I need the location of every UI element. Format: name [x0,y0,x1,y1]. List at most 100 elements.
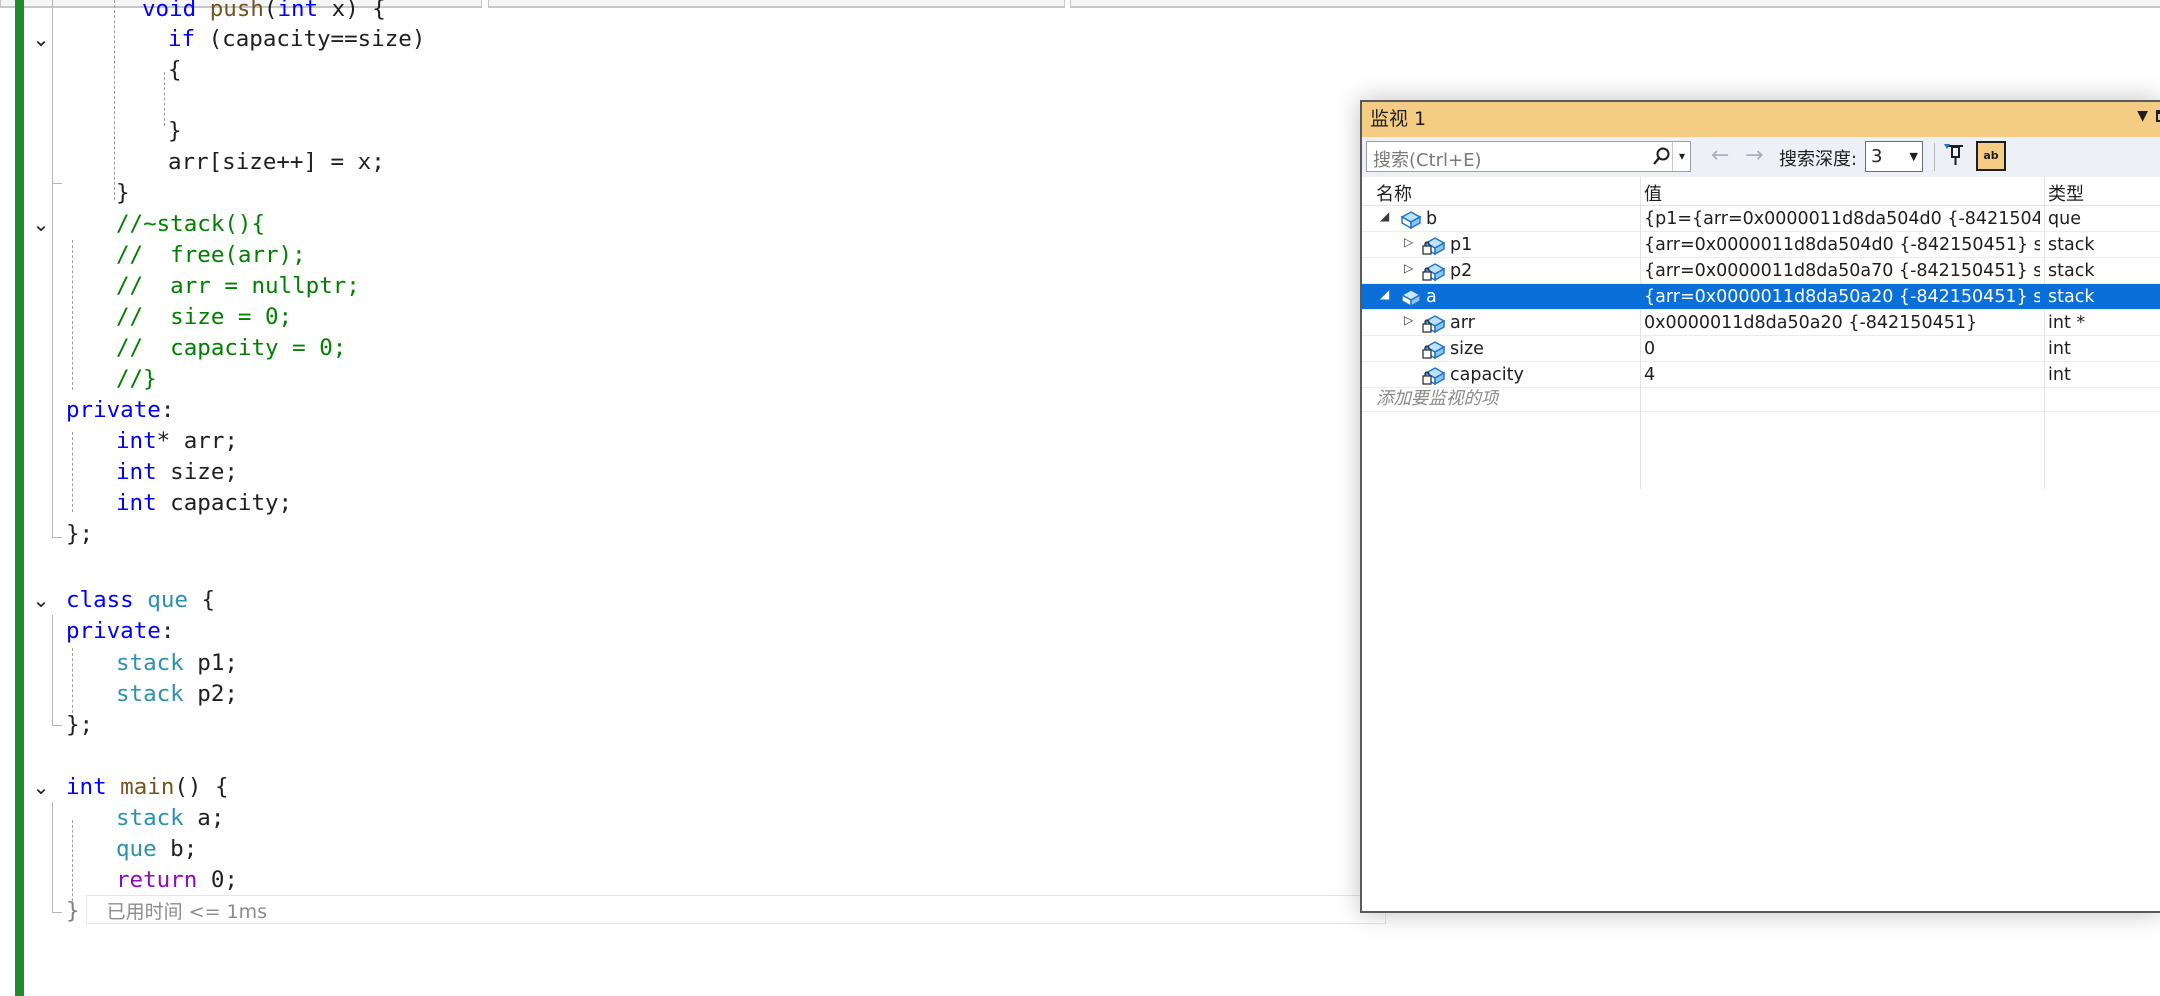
watch-value[interactable]: {arr=0x0000011d8da50a70 {-842150451} siz… [1644,260,2040,282]
code-line: //} [24,364,1452,395]
watch-name: b [1426,209,1438,229]
code-comment: // arr = nullptr; [116,273,360,299]
watch-type: stack [2048,261,2095,281]
code-line: }; [24,710,1402,741]
maximize-icon[interactable] [2156,110,2160,122]
column-name-header[interactable]: 名称 [1376,180,1412,206]
code-line: int size; [24,457,1452,488]
code-token: private [66,618,161,644]
column-value-header[interactable]: 值 [1644,180,1662,206]
watch-row-arr[interactable]: ▷ arr 0x0000011d8da50a20 {-842150451} int * [1362,310,2160,336]
code-token: push [209,0,264,22]
code-line: // capacity = 0; [24,333,1452,364]
watch-row-size[interactable]: size 0 int [1362,336,2160,362]
code-line: private: [24,616,1402,647]
column-type-header[interactable]: 类型 [2048,180,2084,206]
code-line: stack p2; [24,679,1452,710]
code-token: int [116,459,157,485]
code-token: a; [183,805,225,831]
forward-arrow-icon[interactable]: → [1745,143,1763,168]
watch-value[interactable]: {arr=0x0000011d8da50a20 {-842150451} siz… [1644,286,2040,308]
code-comment: //~stack(){ [116,211,266,237]
code-token: int [116,428,157,454]
watch-row-p2[interactable]: ▷ p2 {arr=0x0000011d8da50a70 {-842150451} … [1362,258,2160,284]
search-depth-label: 搜索深度: [1779,149,1858,170]
expand-triangle-icon[interactable]: ◢ [1380,209,1389,223]
search-options-dropdown[interactable]: ▾ [1672,142,1691,171]
search-icon[interactable] [1652,146,1672,171]
code-token: x) { [318,0,386,22]
change-tracking-bar [15,0,24,996]
watch-row-p1[interactable]: ▷ p1 {arr=0x0000011d8da504d0 {-842150451} … [1362,232,2160,258]
code-editor[interactable]: void push(int x) { ⌄ if (capacity==size)… [24,0,1386,996]
watch-name: size [1450,339,1484,359]
object-icon [1398,208,1422,230]
watch-type: int [2048,339,2071,359]
add-watch-row[interactable]: 添加要监视的项 [1362,386,2160,412]
watch-type: que [2048,209,2081,229]
search-placeholder: 搜索(Ctrl+E) [1373,150,1482,171]
code-line: { [24,55,1504,86]
object-icon [1398,286,1422,308]
code-token: main [106,774,175,800]
hex-display-icon[interactable]: ab [1976,141,2006,171]
code-token: class [66,587,134,613]
watch-title: 监视 1 [1370,108,1427,130]
chevron-down-icon: ▼ [1909,150,1918,163]
code-token: void [142,0,210,22]
watch-column-header: 名称 值 类型 [1362,177,2160,206]
hex-display-label: ab [1983,149,1999,162]
expand-triangle-icon[interactable]: ▷ [1404,235,1413,249]
expand-triangle-icon[interactable]: ◢ [1380,287,1389,301]
watch-value[interactable]: {p1={arr=0x0000011d8da504d0 {-842150451}… [1644,208,2040,230]
watch-value[interactable]: {arr=0x0000011d8da504d0 {-842150451} siz… [1644,234,2040,256]
pin-icon[interactable] [1944,142,1966,170]
code-line: }; [24,519,1402,550]
expand-triangle-icon[interactable]: ▷ [1404,261,1413,275]
expand-triangle-icon[interactable]: ▷ [1404,313,1413,327]
window-menu-icon[interactable]: ▼ [2137,108,2148,124]
watch-value[interactable]: 0 [1644,338,2040,360]
perf-tip-elapsed[interactable]: 已用时间 <= 1ms [107,901,267,923]
code-token: } [66,898,80,924]
code-line: stack p1; [24,648,1452,679]
code-line: stack a; [24,803,1452,834]
code-token: 0; [197,867,238,893]
watch-type: stack [2048,235,2095,255]
search-depth-select[interactable]: 3 ▼ [1865,141,1923,172]
code-line: if (capacity==size) [24,24,1504,55]
code-token: capacity; [156,490,293,516]
code-line: // arr = nullptr; [24,271,1452,302]
code-token: int [277,0,319,22]
code-token: arr [168,149,209,175]
watch-search-input[interactable]: 搜索(Ctrl+E) ▾ [1366,141,1691,172]
watch-window[interactable]: 监视 1 ▼ 搜索(Ctrl+E) ▾ ← → 搜索深度: 3 ▼ ab 名称 … [1360,100,2160,913]
code-token: : [160,618,175,644]
watch-name: capacity [1450,365,1524,385]
watch-row-b[interactable]: ◢ b {p1={arr=0x0000011d8da504d0 {-84215045… [1362,206,2160,232]
watch-value[interactable]: 4 [1644,364,2040,386]
code-token: if [168,26,196,52]
code-token: }; [66,521,94,547]
watch-type: int [2048,365,2071,385]
private-member-icon [1422,260,1446,282]
code-token: [size++] = x; [208,149,385,175]
watch-toolbar: 搜索(Ctrl+E) ▾ ← → 搜索深度: 3 ▼ ab [1362,137,2160,177]
watch-name: a [1426,287,1437,307]
watch-row-capacity[interactable]: capacity 4 int [1362,362,2160,388]
watch-name: arr [1450,313,1475,333]
watch-value[interactable]: 0x0000011d8da50a20 {-842150451} [1644,312,2040,334]
back-arrow-icon[interactable]: ← [1711,143,1729,168]
code-line: que b; [24,834,1452,865]
code-line: // size = 0; [24,302,1452,333]
watch-title-bar[interactable]: 监视 1 ▼ [1362,102,2160,138]
code-line: } [24,116,1504,147]
toolbar-separator [1934,143,1935,171]
code-token: () { [174,774,229,800]
add-watch-placeholder[interactable]: 添加要监视的项 [1376,388,1499,410]
code-token: * arr; [156,428,238,454]
code-line: } 已用时间 <= 1ms [24,896,1402,927]
watch-row-a[interactable]: ◢ a {arr=0x0000011d8da50a20 {-842150451} s… [1362,284,2160,310]
code-line: class que { [24,585,1402,616]
watch-type: stack [2048,287,2095,307]
